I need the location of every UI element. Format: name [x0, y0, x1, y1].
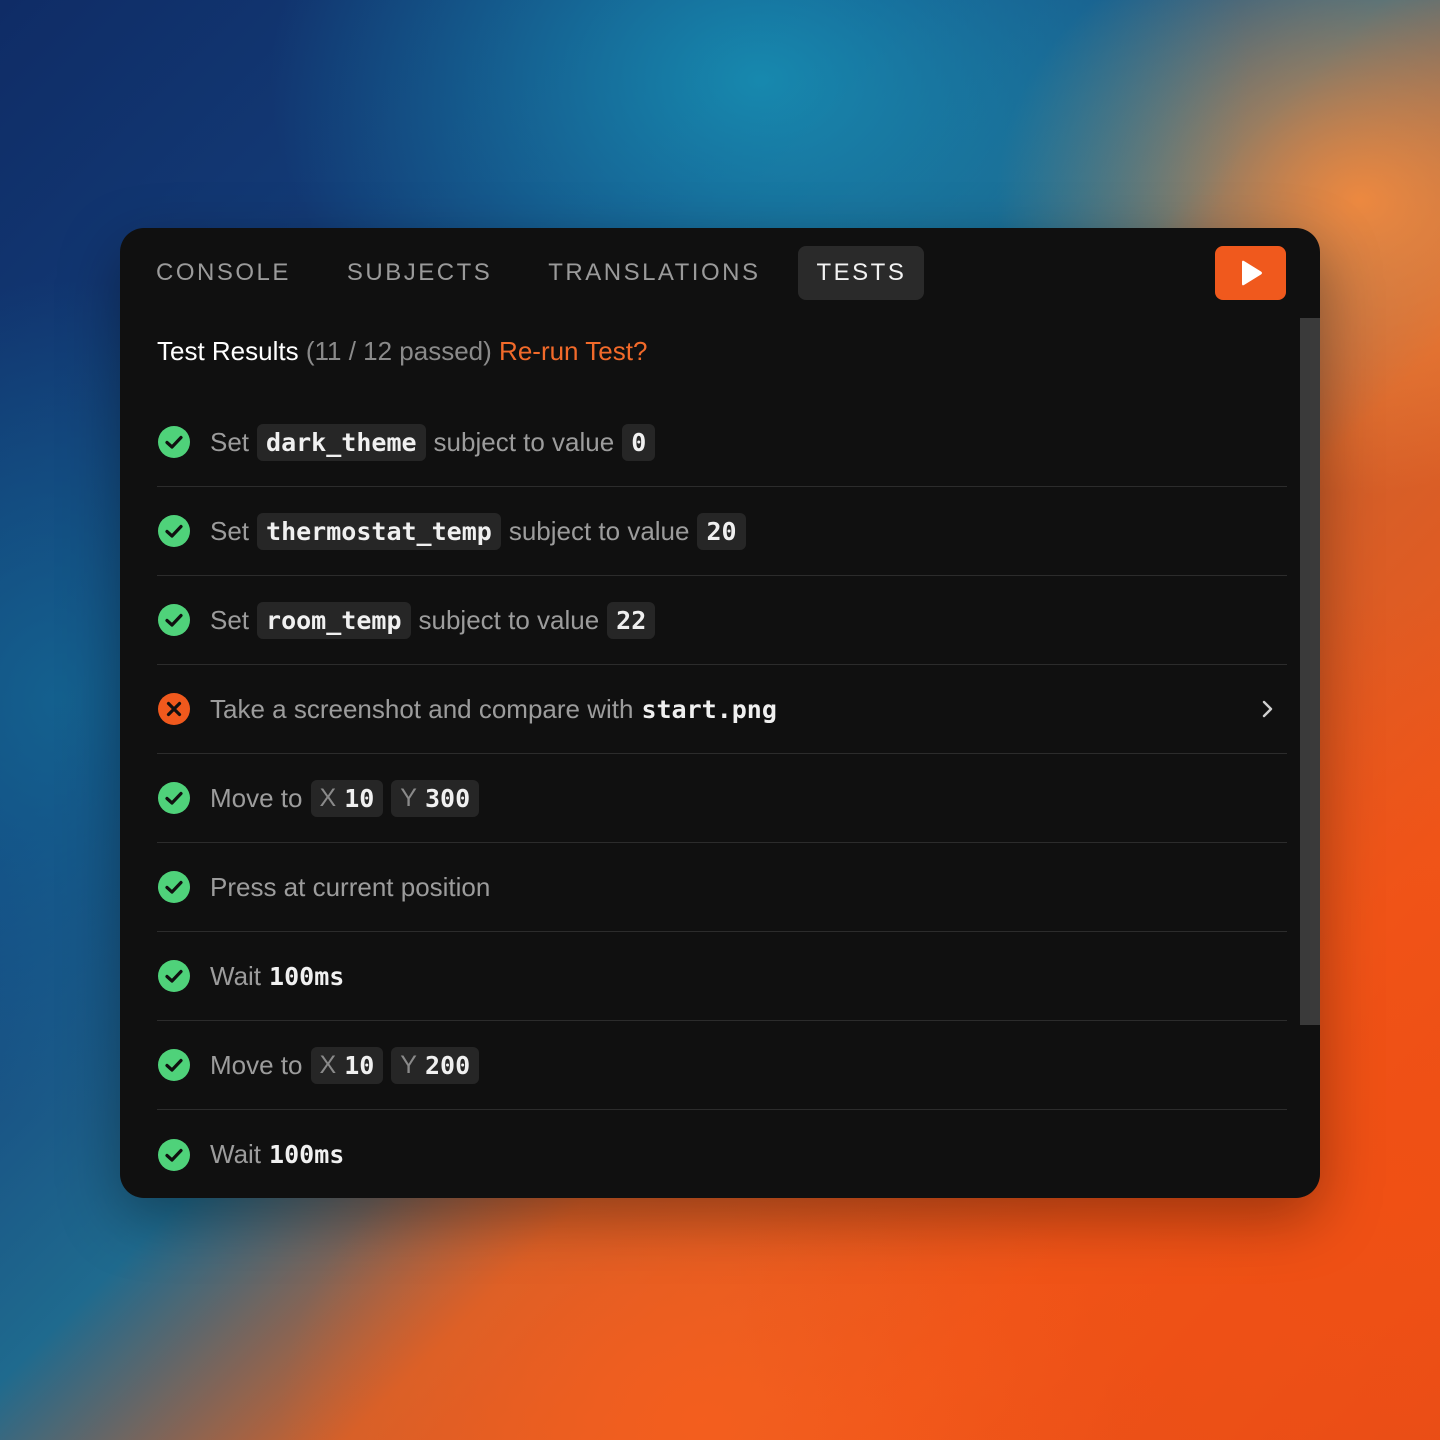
tab-tests[interactable]: TESTS	[798, 246, 925, 300]
tab-bar: CONSOLE SUBJECTS TRANSLATIONS TESTS	[138, 246, 944, 300]
test-text: Set	[210, 604, 250, 635]
test-panel: CONSOLE SUBJECTS TRANSLATIONS TESTS Test…	[120, 228, 1320, 1198]
test-text: Move to	[210, 1049, 303, 1080]
check-circle-icon	[158, 1138, 190, 1171]
wait-duration: 100ms	[269, 961, 345, 991]
run-button[interactable]	[1215, 246, 1286, 300]
y-axis-label: Y	[400, 1050, 417, 1079]
test-text: Take a screenshot and compare with	[210, 693, 634, 724]
tab-subjects[interactable]: SUBJECTS	[329, 246, 510, 300]
y-coordinate: Y 200	[391, 1046, 480, 1084]
test-row: Set dark_theme subject to value 0	[157, 398, 1287, 487]
x-value: 10	[344, 1050, 375, 1080]
y-axis-label: Y	[400, 783, 417, 812]
test-text: Wait	[210, 960, 262, 991]
test-text: Press at current position	[210, 871, 491, 902]
test-text: Set	[210, 515, 250, 546]
y-value: 300	[424, 783, 471, 813]
subject-value: 0	[622, 423, 656, 461]
test-text: subject to value	[418, 604, 600, 635]
test-list: Set dark_theme subject to value 0 Set th…	[157, 398, 1287, 1198]
x-value: 10	[344, 783, 375, 813]
test-text: Set	[210, 426, 250, 457]
test-row: Set room_temp subject to value 22	[157, 576, 1287, 665]
tab-translations[interactable]: TRANSLATIONS	[530, 246, 778, 300]
rerun-link[interactable]: Re-run Test?	[499, 336, 647, 366]
subject-name: thermostat_temp	[257, 512, 501, 550]
test-row: Move to X 10 Y 300	[157, 754, 1287, 843]
x-coordinate: X 10	[310, 779, 384, 817]
x-coordinate: X 10	[310, 1046, 384, 1084]
scrollbar[interactable]	[1300, 318, 1320, 1198]
check-circle-icon	[158, 782, 190, 814]
test-text: Wait	[210, 1139, 262, 1169]
play-icon	[1241, 260, 1262, 286]
subject-name: room_temp	[257, 601, 411, 639]
check-circle-icon	[158, 960, 190, 992]
test-row: Set thermostat_temp subject to value 20	[157, 487, 1287, 576]
wait-duration: 100ms	[269, 1140, 345, 1169]
check-circle-icon	[158, 426, 190, 458]
test-text: subject to value	[508, 515, 690, 546]
check-circle-icon	[158, 604, 190, 636]
test-row: Wait 100ms	[157, 1110, 1287, 1198]
error-circle-icon	[158, 693, 190, 725]
x-axis-label: X	[319, 1050, 337, 1079]
subject-name: dark_theme	[257, 423, 426, 461]
summary-count: (11 / 12 passed)	[305, 336, 492, 366]
check-circle-icon	[158, 515, 190, 547]
y-value: 200	[424, 1050, 471, 1080]
subject-value: 22	[607, 601, 656, 639]
test-text: Move to	[210, 782, 303, 813]
test-row: Press at current position	[157, 843, 1287, 932]
tab-console[interactable]: CONSOLE	[138, 246, 309, 300]
test-row-failed[interactable]: Take a screenshot and compare with start…	[157, 665, 1287, 754]
check-circle-icon	[158, 871, 190, 903]
scrollbar-thumb[interactable]	[1300, 318, 1320, 1025]
test-row: Move to X 10 Y 200	[157, 1021, 1287, 1110]
test-row: Wait 100ms	[157, 932, 1287, 1021]
test-summary: Test Results (11 / 12 passed) Re-run Tes…	[157, 336, 647, 367]
summary-title: Test Results	[157, 336, 299, 366]
chevron-right-icon[interactable]	[1255, 697, 1279, 721]
x-axis-label: X	[319, 783, 337, 812]
file-name: start.png	[641, 694, 777, 724]
subject-value: 20	[697, 512, 746, 550]
check-circle-icon	[158, 1049, 190, 1081]
test-text: subject to value	[433, 426, 615, 457]
y-coordinate: Y 300	[391, 779, 480, 817]
